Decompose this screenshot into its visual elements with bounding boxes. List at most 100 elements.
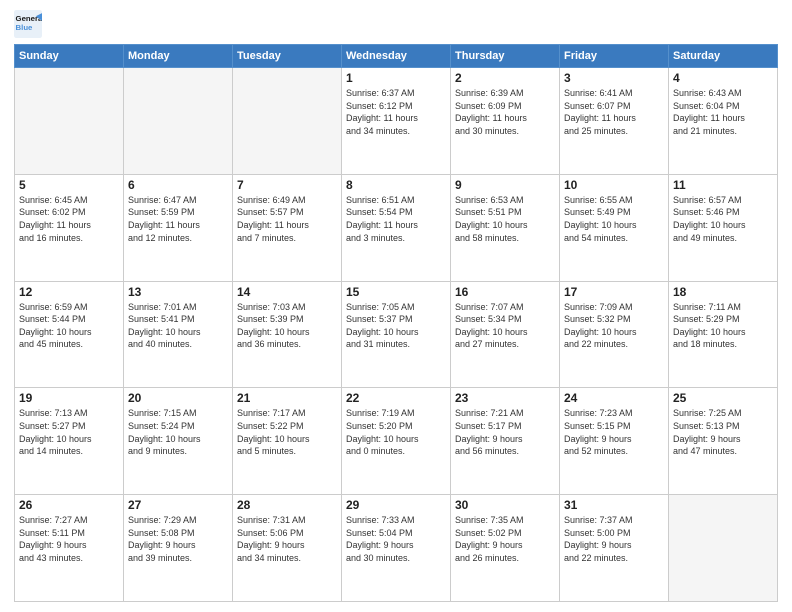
- calendar-cell: 27 Sunrise: 7:29 AM Sunset: 5:08 PM Dayli…: [124, 495, 233, 602]
- day-info: Sunrise: 7:31 AM Sunset: 5:06 PM Dayligh…: [237, 514, 337, 564]
- calendar-cell: 10 Sunrise: 6:55 AM Sunset: 5:49 PM Dayli…: [560, 174, 669, 281]
- day-number: 23: [455, 391, 555, 405]
- day-info: Sunrise: 7:35 AM Sunset: 5:02 PM Dayligh…: [455, 514, 555, 564]
- day-info: Sunrise: 6:49 AM Sunset: 5:57 PM Dayligh…: [237, 194, 337, 244]
- day-number: 6: [128, 178, 228, 192]
- day-info: Sunrise: 6:45 AM Sunset: 6:02 PM Dayligh…: [19, 194, 119, 244]
- day-number: 5: [19, 178, 119, 192]
- calendar-cell: 18 Sunrise: 7:11 AM Sunset: 5:29 PM Dayli…: [669, 281, 778, 388]
- day-info: Sunrise: 6:59 AM Sunset: 5:44 PM Dayligh…: [19, 301, 119, 351]
- calendar-cell: 12 Sunrise: 6:59 AM Sunset: 5:44 PM Dayli…: [15, 281, 124, 388]
- day-number: 1: [346, 71, 446, 85]
- day-number: 11: [673, 178, 773, 192]
- day-number: 10: [564, 178, 664, 192]
- calendar-cell: 28Sunrise: 7:31 AM Sunset: 5:06 PM Dayli…: [233, 495, 342, 602]
- calendar-cell: 20 Sunrise: 7:15 AM Sunset: 5:24 PM Dayli…: [124, 388, 233, 495]
- day-number: 16: [455, 285, 555, 299]
- day-number: 15: [346, 285, 446, 299]
- calendar-cell: 11 Sunrise: 6:57 AM Sunset: 5:46 PM Dayli…: [669, 174, 778, 281]
- day-info: Sunrise: 7:23 AM Sunset: 5:15 PM Dayligh…: [564, 407, 664, 457]
- day-number: 13: [128, 285, 228, 299]
- logo: General Blue: [14, 10, 46, 38]
- day-info: Sunrise: 7:21 AM Sunset: 5:17 PM Dayligh…: [455, 407, 555, 457]
- calendar-cell: 25 Sunrise: 7:25 AM Sunset: 5:13 PM Dayli…: [669, 388, 778, 495]
- day-number: 22: [346, 391, 446, 405]
- day-info: Sunrise: 7:27 AM Sunset: 5:11 PM Dayligh…: [19, 514, 119, 564]
- day-info: Sunrise: 7:17 AM Sunset: 5:22 PM Dayligh…: [237, 407, 337, 457]
- weekday-header-thursday: Thursday: [451, 45, 560, 68]
- calendar-cell: 3Sunrise: 6:41 AM Sunset: 6:07 PM Daylig…: [560, 68, 669, 175]
- day-info: Sunrise: 7:05 AM Sunset: 5:37 PM Dayligh…: [346, 301, 446, 351]
- day-info: Sunrise: 7:07 AM Sunset: 5:34 PM Dayligh…: [455, 301, 555, 351]
- weekday-header-row: SundayMondayTuesdayWednesdayThursdayFrid…: [15, 45, 778, 68]
- day-number: 26: [19, 498, 119, 512]
- day-number: 12: [19, 285, 119, 299]
- calendar-cell: 26 Sunrise: 7:27 AM Sunset: 5:11 PM Dayli…: [15, 495, 124, 602]
- weekday-header-sunday: Sunday: [15, 45, 124, 68]
- day-info: Sunrise: 7:13 AM Sunset: 5:27 PM Dayligh…: [19, 407, 119, 457]
- logo-icon: General Blue: [14, 10, 42, 38]
- day-number: 17: [564, 285, 664, 299]
- day-info: Sunrise: 6:47 AM Sunset: 5:59 PM Dayligh…: [128, 194, 228, 244]
- weekday-header-saturday: Saturday: [669, 45, 778, 68]
- day-info: Sunrise: 7:37 AM Sunset: 5:00 PM Dayligh…: [564, 514, 664, 564]
- page: General Blue SundayMondayTuesdayWednesda…: [0, 0, 792, 612]
- day-info: Sunrise: 6:57 AM Sunset: 5:46 PM Dayligh…: [673, 194, 773, 244]
- day-number: 8: [346, 178, 446, 192]
- calendar-cell: 23 Sunrise: 7:21 AM Sunset: 5:17 PM Dayli…: [451, 388, 560, 495]
- calendar-cell: 21Sunrise: 7:17 AM Sunset: 5:22 PM Dayli…: [233, 388, 342, 495]
- day-info: Sunrise: 6:43 AM Sunset: 6:04 PM Dayligh…: [673, 87, 773, 137]
- calendar-cell: 19Sunrise: 7:13 AM Sunset: 5:27 PM Dayli…: [15, 388, 124, 495]
- calendar-cell: 7 Sunrise: 6:49 AM Sunset: 5:57 PM Daylig…: [233, 174, 342, 281]
- day-info: Sunrise: 6:51 AM Sunset: 5:54 PM Dayligh…: [346, 194, 446, 244]
- day-number: 4: [673, 71, 773, 85]
- calendar-week-0: 1 Sunrise: 6:37 AM Sunset: 6:12 PM Daylig…: [15, 68, 778, 175]
- calendar-cell: 13 Sunrise: 7:01 AM Sunset: 5:41 PM Dayli…: [124, 281, 233, 388]
- calendar-cell: 2 Sunrise: 6:39 AM Sunset: 6:09 PM Daylig…: [451, 68, 560, 175]
- weekday-header-friday: Friday: [560, 45, 669, 68]
- calendar-cell: 30Sunrise: 7:35 AM Sunset: 5:02 PM Dayli…: [451, 495, 560, 602]
- day-number: 31: [564, 498, 664, 512]
- calendar-cell: 6 Sunrise: 6:47 AM Sunset: 5:59 PM Daylig…: [124, 174, 233, 281]
- day-info: Sunrise: 7:11 AM Sunset: 5:29 PM Dayligh…: [673, 301, 773, 351]
- calendar-cell: 4 Sunrise: 6:43 AM Sunset: 6:04 PM Daylig…: [669, 68, 778, 175]
- calendar-week-2: 12 Sunrise: 6:59 AM Sunset: 5:44 PM Dayli…: [15, 281, 778, 388]
- day-number: 20: [128, 391, 228, 405]
- calendar-cell: 17Sunrise: 7:09 AM Sunset: 5:32 PM Dayli…: [560, 281, 669, 388]
- day-info: Sunrise: 6:37 AM Sunset: 6:12 PM Dayligh…: [346, 87, 446, 137]
- day-number: 24: [564, 391, 664, 405]
- day-info: Sunrise: 6:41 AM Sunset: 6:07 PM Dayligh…: [564, 87, 664, 137]
- day-info: Sunrise: 7:01 AM Sunset: 5:41 PM Dayligh…: [128, 301, 228, 351]
- day-info: Sunrise: 7:19 AM Sunset: 5:20 PM Dayligh…: [346, 407, 446, 457]
- day-number: 2: [455, 71, 555, 85]
- header: General Blue: [14, 10, 778, 38]
- calendar-week-3: 19Sunrise: 7:13 AM Sunset: 5:27 PM Dayli…: [15, 388, 778, 495]
- weekday-header-wednesday: Wednesday: [342, 45, 451, 68]
- day-number: 18: [673, 285, 773, 299]
- day-number: 25: [673, 391, 773, 405]
- day-number: 29: [346, 498, 446, 512]
- day-number: 14: [237, 285, 337, 299]
- calendar-cell: [669, 495, 778, 602]
- calendar-cell: 29Sunrise: 7:33 AM Sunset: 5:04 PM Dayli…: [342, 495, 451, 602]
- day-info: Sunrise: 6:55 AM Sunset: 5:49 PM Dayligh…: [564, 194, 664, 244]
- day-info: Sunrise: 7:25 AM Sunset: 5:13 PM Dayligh…: [673, 407, 773, 457]
- calendar-cell: 24 Sunrise: 7:23 AM Sunset: 5:15 PM Dayli…: [560, 388, 669, 495]
- day-info: Sunrise: 6:39 AM Sunset: 6:09 PM Dayligh…: [455, 87, 555, 137]
- day-number: 9: [455, 178, 555, 192]
- calendar-cell: 9Sunrise: 6:53 AM Sunset: 5:51 PM Daylig…: [451, 174, 560, 281]
- calendar-week-4: 26 Sunrise: 7:27 AM Sunset: 5:11 PM Dayli…: [15, 495, 778, 602]
- svg-text:Blue: Blue: [16, 23, 34, 32]
- calendar-cell: 1 Sunrise: 6:37 AM Sunset: 6:12 PM Daylig…: [342, 68, 451, 175]
- day-info: Sunrise: 7:29 AM Sunset: 5:08 PM Dayligh…: [128, 514, 228, 564]
- calendar-cell: [124, 68, 233, 175]
- calendar-cell: 14 Sunrise: 7:03 AM Sunset: 5:39 PM Dayli…: [233, 281, 342, 388]
- weekday-header-monday: Monday: [124, 45, 233, 68]
- day-info: Sunrise: 7:15 AM Sunset: 5:24 PM Dayligh…: [128, 407, 228, 457]
- day-number: 7: [237, 178, 337, 192]
- calendar-cell: 31 Sunrise: 7:37 AM Sunset: 5:00 PM Dayli…: [560, 495, 669, 602]
- calendar-cell: 22 Sunrise: 7:19 AM Sunset: 5:20 PM Dayli…: [342, 388, 451, 495]
- day-number: 27: [128, 498, 228, 512]
- day-info: Sunrise: 7:03 AM Sunset: 5:39 PM Dayligh…: [237, 301, 337, 351]
- calendar-cell: [15, 68, 124, 175]
